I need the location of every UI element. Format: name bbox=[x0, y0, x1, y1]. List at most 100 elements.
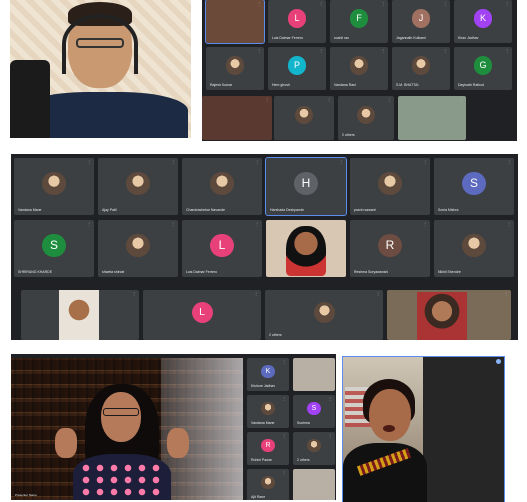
participant-name: Reshma Suryawanshi bbox=[354, 270, 389, 274]
avatar: R bbox=[378, 233, 402, 258]
participant-name: sushil rao bbox=[334, 36, 349, 40]
more-options-icon[interactable]: ⋮ bbox=[171, 222, 175, 226]
more-options-icon[interactable]: ⋮ bbox=[171, 160, 175, 164]
participant-tile[interactable]: ⋮ bbox=[266, 220, 346, 277]
more-options-icon[interactable]: ⋮ bbox=[504, 292, 508, 296]
participant-tile[interactable]: ⋮ bbox=[205, 0, 265, 44]
participant-tile[interactable]: ⋮ 2 others bbox=[293, 432, 335, 465]
participant-tile[interactable]: ⋮ pravin sawant bbox=[350, 158, 430, 215]
meet-grid-middle: ⋮ Vandana Mane ⋮ Ajay Patil ⋮ Chandrashekar N… bbox=[11, 154, 518, 340]
more-options-icon[interactable]: ⋮ bbox=[328, 360, 332, 364]
participant-tile[interactable]: ⋮ S Sushma bbox=[293, 395, 335, 428]
more-options-icon[interactable]: ⋮ bbox=[339, 222, 343, 226]
more-options-icon[interactable]: ⋮ bbox=[328, 434, 332, 438]
participant-tile[interactable]: ⋮ K Kishore Jadhav bbox=[247, 358, 289, 391]
participant-tile[interactable]: ⋮ shweta shinde bbox=[98, 220, 178, 277]
more-options-icon[interactable]: ⋮ bbox=[327, 98, 331, 102]
participant-tile[interactable]: ⋮ Fsushil rao bbox=[330, 0, 388, 43]
participant-tile[interactable]: ⋮ bbox=[387, 290, 511, 340]
participant-tile[interactable]: ⋮ H Harshada Deshpande bbox=[265, 157, 347, 216]
speaker-mouth bbox=[383, 425, 395, 432]
more-options-icon[interactable]: ⋮ bbox=[319, 2, 323, 6]
glasses-icon bbox=[103, 408, 139, 416]
avatar: S bbox=[307, 401, 321, 416]
participant-tile[interactable]: ⋮ Chandrashekar Navande bbox=[182, 158, 262, 215]
more-options-icon[interactable]: ⋮ bbox=[87, 160, 91, 164]
participant-tile[interactable]: ⋮ Vandana Rani bbox=[330, 47, 388, 90]
participant-tile[interactable]: ⋮ bbox=[21, 290, 139, 340]
more-options-icon[interactable]: ⋮ bbox=[265, 98, 269, 102]
participant-tile[interactable]: ⋮ G Dayinath Rathod bbox=[454, 47, 512, 90]
more-options-icon[interactable]: ⋮ bbox=[443, 2, 447, 6]
participant-name: Ajit Rane bbox=[251, 495, 266, 499]
participant-tile[interactable]: ⋮ Vandana Mane bbox=[14, 158, 94, 215]
participant-name: Luis Dalmar Ferrero bbox=[186, 270, 218, 274]
participant-tile[interactable]: ⋮ S SHRIRANG KHARDE bbox=[14, 220, 94, 277]
more-options-icon[interactable]: ⋮ bbox=[255, 160, 259, 164]
more-options-icon[interactable]: ⋮ bbox=[328, 397, 332, 401]
avatar: K bbox=[261, 364, 275, 379]
avatar-photo bbox=[349, 56, 369, 75]
more-options-icon[interactable]: ⋮ bbox=[282, 397, 286, 401]
participant-tile[interactable]: ⋮ bbox=[293, 358, 335, 391]
more-options-icon[interactable]: ⋮ bbox=[507, 222, 511, 226]
participant-video bbox=[59, 290, 99, 340]
participant-name: Kiran Jadhav bbox=[458, 36, 479, 40]
more-options-icon[interactable]: ⋮ bbox=[87, 222, 91, 226]
more-options-icon[interactable]: ⋮ bbox=[257, 49, 261, 53]
participant-tile[interactable]: ⋮ L Luis Dalmar Ferrero bbox=[268, 0, 326, 43]
more-options-icon[interactable]: ⋮ bbox=[381, 2, 385, 6]
video-panel-bottom-right bbox=[342, 356, 505, 502]
more-options-icon[interactable]: ⋮ bbox=[282, 434, 286, 438]
more-options-icon[interactable]: ⋮ bbox=[387, 98, 391, 102]
more-options-icon[interactable]: ⋮ bbox=[339, 160, 343, 164]
more-options-icon[interactable]: ⋮ bbox=[507, 160, 511, 164]
participant-tile[interactable]: ⋮ Ajay Patil bbox=[98, 158, 178, 215]
participant-tile[interactable]: ⋮ Nikhil Shendre bbox=[434, 220, 514, 277]
glasses-icon bbox=[76, 38, 124, 48]
participant-tile[interactable]: ⋮ K Kiran Jadhav bbox=[454, 0, 512, 43]
participant-tile[interactable]: ⋮ bbox=[293, 469, 335, 500]
more-options-icon[interactable]: ⋮ bbox=[255, 222, 259, 226]
participant-name: Harshada Deshpande bbox=[270, 208, 305, 212]
participant-tile[interactable]: ⋮ bbox=[202, 96, 272, 140]
pin-icon[interactable] bbox=[496, 359, 501, 364]
participant-name: Rajesh Kumar bbox=[210, 83, 233, 87]
participant-tile[interactable]: ⋮ Ajit Rane bbox=[247, 469, 289, 500]
more-options-icon[interactable]: ⋮ bbox=[423, 222, 427, 226]
more-options-icon[interactable]: ⋮ bbox=[459, 98, 463, 102]
more-options-icon[interactable]: ⋮ bbox=[505, 2, 509, 6]
speaker-face bbox=[369, 389, 411, 441]
participant-name: Sushma bbox=[297, 421, 310, 425]
more-options-icon[interactable]: ⋮ bbox=[376, 292, 380, 296]
more-options-icon[interactable]: ⋮ bbox=[132, 292, 136, 296]
more-options-icon[interactable]: ⋮ bbox=[254, 292, 258, 296]
more-options-icon[interactable]: ⋮ bbox=[319, 49, 323, 53]
participant-tile[interactable]: ⋮ bbox=[398, 96, 466, 140]
more-options-icon[interactable]: ⋮ bbox=[282, 471, 286, 475]
more-options-icon[interactable]: ⋮ bbox=[257, 2, 261, 6]
participant-tile[interactable]: ⋮ 2 others bbox=[338, 96, 394, 140]
participant-tile[interactable]: ⋮ S Sonia Mishra bbox=[434, 158, 514, 215]
participant-video bbox=[286, 226, 326, 276]
participant-tile[interactable]: ⋮ S.M. BHATTAI bbox=[392, 47, 450, 90]
participant-tile[interactable]: ⋮ L bbox=[143, 290, 261, 340]
more-options-icon[interactable]: ⋮ bbox=[423, 160, 427, 164]
participant-tile[interactable]: ⋮ R Reshma Suryawanshi bbox=[350, 220, 430, 277]
more-options-icon[interactable]: ⋮ bbox=[282, 360, 286, 364]
participant-name: SHRIRANG KHARDE bbox=[18, 270, 53, 274]
participant-video bbox=[417, 292, 467, 340]
participant-tile[interactable]: ⋮ 2 others bbox=[265, 290, 383, 340]
participant-tile[interactable]: ⋮ Vandana Mane bbox=[247, 395, 289, 428]
participant-tile[interactable]: ⋮ L Luis Dalmar Ferrero bbox=[182, 220, 262, 277]
more-options-icon[interactable]: ⋮ bbox=[381, 49, 385, 53]
more-options-icon[interactable]: ⋮ bbox=[505, 49, 509, 53]
more-options-icon[interactable]: ⋮ bbox=[443, 49, 447, 53]
presenter-video: Presenter Name bbox=[11, 358, 243, 500]
participant-tile[interactable]: ⋮ J Jagannath Kulkarni bbox=[392, 0, 450, 43]
participant-tile[interactable]: ⋮ P Hem ghosh bbox=[268, 47, 326, 90]
more-options-icon[interactable]: ⋮ bbox=[328, 471, 332, 475]
participant-tile[interactable]: ⋮ Rajesh Kumar bbox=[206, 47, 264, 90]
participant-tile[interactable]: ⋮ R Rohini Pawar bbox=[247, 432, 289, 465]
participant-tile[interactable]: ⋮ bbox=[274, 96, 334, 140]
